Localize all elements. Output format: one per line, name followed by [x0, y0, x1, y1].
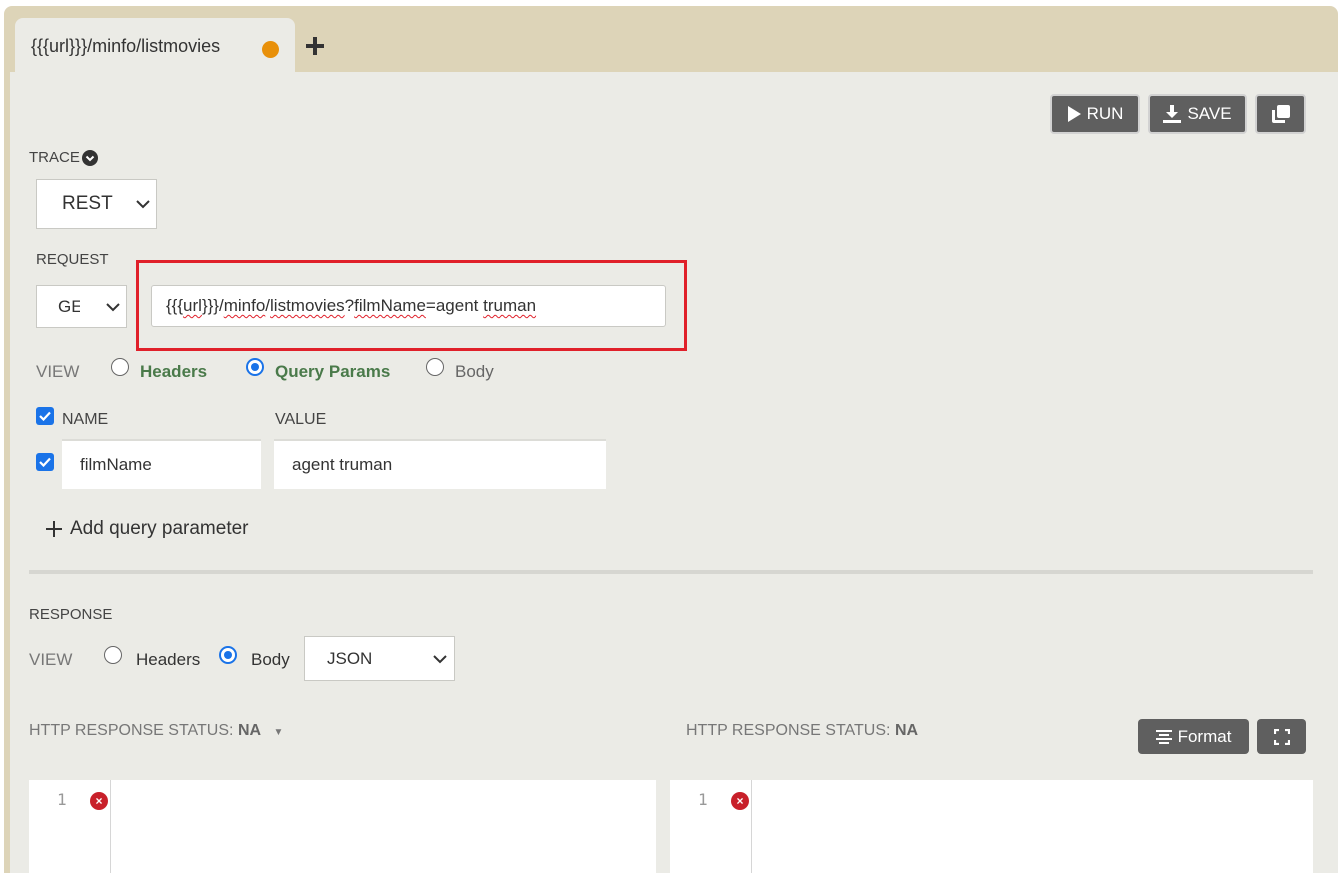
request-view-label: VIEW [36, 362, 80, 381]
response-headers-radio-label[interactable]: Headers [136, 650, 200, 670]
expand-icon [1273, 728, 1290, 745]
editor-gutter: 1 × [670, 780, 752, 873]
param-enabled-checkbox[interactable] [36, 453, 54, 471]
response-format-select[interactable]: JSON [304, 636, 455, 681]
format-button[interactable]: Format [1138, 719, 1249, 754]
error-icon: × [90, 792, 108, 810]
response-format-value: JSON [327, 648, 373, 668]
response-label: RESPONSE [29, 606, 113, 623]
response-view-label: VIEW [29, 650, 73, 669]
run-button[interactable]: RUN [1050, 94, 1140, 134]
chevron-down-icon [433, 655, 447, 664]
response-body-editor[interactable]: 1 × [670, 780, 1313, 873]
add-query-parameter-button[interactable]: Add query parameter [46, 518, 249, 540]
highlight-box [136, 260, 687, 351]
query-params-radio[interactable] [246, 358, 264, 376]
plus-icon [46, 521, 62, 537]
request-body-editor[interactable]: 1 × [29, 780, 656, 873]
plus-icon[interactable] [305, 34, 325, 60]
line-number: 1 [698, 790, 708, 809]
body-radio-label[interactable]: Body [455, 362, 494, 382]
copy-button[interactable] [1255, 94, 1306, 134]
run-label: RUN [1086, 104, 1124, 123]
body-radio[interactable] [426, 358, 444, 376]
editor-gutter: 1 × [29, 780, 111, 873]
copy-icon [1271, 105, 1290, 123]
format-label: Format [1177, 726, 1232, 746]
status-right-value: NA [894, 722, 919, 739]
section-divider [29, 570, 1313, 574]
error-icon: × [731, 792, 749, 810]
save-label: SAVE [1187, 104, 1232, 123]
select-all-checkbox[interactable] [36, 407, 54, 425]
headers-radio[interactable] [111, 358, 129, 376]
response-body-radio-label[interactable]: Body [251, 650, 290, 670]
method-select[interactable]: GET [36, 285, 127, 328]
add-query-parameter-label: Add query parameter [70, 518, 249, 539]
status-right-label: HTTP RESPONSE STATUS: [686, 722, 891, 739]
param-name-input[interactable]: filmName [62, 439, 261, 489]
tab-active[interactable]: {{{url}}}/minfo/listmovies [15, 18, 295, 72]
line-number: 1 [57, 790, 67, 809]
response-status-right: HTTP RESPONSE STATUS: NA [686, 722, 918, 740]
align-center-icon [1155, 729, 1172, 744]
query-params-radio-label[interactable]: Query Params [275, 362, 390, 382]
value-column-header: VALUE [275, 411, 327, 428]
request-label: REQUEST [36, 251, 109, 268]
save-button[interactable]: SAVE [1148, 94, 1247, 134]
unsaved-indicator-dot [262, 41, 279, 58]
status-left-label: HTTP RESPONSE STATUS: [29, 722, 234, 739]
protocol-value: REST [62, 193, 113, 214]
tab-title: {{{url}}}/minfo/listmovies [31, 36, 221, 56]
param-value-input[interactable]: agent truman [274, 439, 606, 489]
play-icon [1067, 106, 1081, 122]
name-column-header: NAME [62, 411, 109, 428]
caret-down-icon[interactable]: ▼ [274, 727, 284, 738]
trace-label: TRACE [29, 149, 80, 166]
status-left-value: NA [237, 722, 262, 739]
method-value: GET [58, 296, 80, 316]
check-icon [39, 411, 51, 421]
expand-button[interactable] [1257, 719, 1306, 754]
response-headers-radio[interactable] [104, 646, 122, 664]
download-icon [1163, 105, 1182, 123]
chevron-down-circle-icon [81, 149, 98, 166]
headers-radio-label[interactable]: Headers [140, 362, 207, 382]
trace-toggle[interactable]: TRACE [29, 149, 98, 166]
chevron-down-icon [136, 200, 150, 209]
chevron-down-icon [106, 303, 120, 312]
response-status-left: HTTP RESPONSE STATUS: NA ▼ [29, 722, 283, 740]
response-body-radio[interactable] [219, 646, 237, 664]
protocol-select[interactable]: REST [36, 179, 157, 229]
check-icon [39, 457, 51, 467]
